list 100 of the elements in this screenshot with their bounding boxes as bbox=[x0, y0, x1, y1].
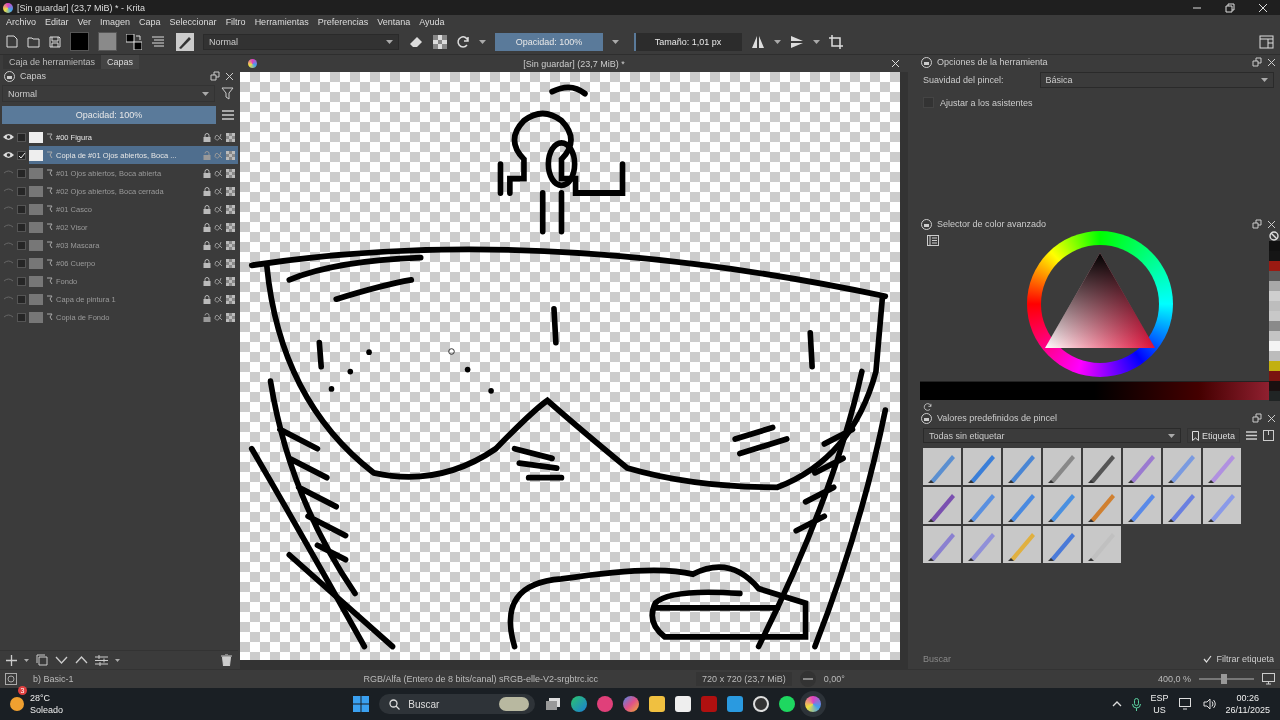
properties-icon[interactable] bbox=[95, 654, 108, 666]
alpha-lock-icon[interactable] bbox=[214, 295, 223, 303]
gradient-lines-icon[interactable] bbox=[151, 35, 165, 48]
color-swatch[interactable] bbox=[1269, 311, 1280, 321]
bird-app-icon[interactable] bbox=[727, 696, 744, 712]
move-up-icon[interactable] bbox=[75, 656, 88, 664]
clear-icon[interactable] bbox=[1269, 231, 1279, 241]
alpha-lock-icon[interactable] bbox=[214, 205, 223, 213]
brush-preset-thumbnail[interactable] bbox=[1043, 448, 1081, 485]
alpha-lock-icon[interactable] bbox=[214, 169, 223, 177]
eraser-icon[interactable] bbox=[408, 34, 424, 49]
menu-item[interactable]: Ventana bbox=[377, 17, 411, 27]
horizontal-scrollbar[interactable] bbox=[240, 660, 908, 669]
inherit-alpha-icon[interactable] bbox=[226, 150, 235, 160]
rotation-icon[interactable] bbox=[799, 671, 816, 687]
layer-checkbox[interactable] bbox=[17, 222, 26, 232]
menu-item[interactable]: Seleccionar bbox=[169, 17, 217, 27]
float-panel-icon[interactable] bbox=[210, 71, 220, 81]
inherit-alpha-icon[interactable] bbox=[226, 312, 235, 322]
new-document-icon[interactable] bbox=[6, 35, 18, 48]
color-swatch[interactable] bbox=[1269, 241, 1280, 251]
brush-preset-thumbnail[interactable] bbox=[923, 526, 961, 563]
swap-colors-icon[interactable] bbox=[126, 33, 142, 50]
alpha-lock-icon[interactable] bbox=[214, 313, 223, 321]
browser-icon[interactable] bbox=[571, 696, 588, 712]
brush-preset-thumbnail[interactable] bbox=[1003, 487, 1041, 524]
float-panel-icon[interactable] bbox=[1252, 219, 1262, 229]
filter-icon[interactable] bbox=[221, 87, 234, 100]
size-slider[interactable]: Tamaño: 1,01 px bbox=[634, 32, 742, 51]
store-icon[interactable] bbox=[675, 696, 692, 712]
close-icon[interactable] bbox=[1267, 219, 1276, 229]
music-app-icon[interactable] bbox=[779, 696, 796, 712]
layer-checkbox[interactable] bbox=[17, 240, 26, 250]
layer-checkbox[interactable] bbox=[17, 132, 26, 142]
close-icon[interactable] bbox=[891, 59, 900, 68]
folder-icon[interactable] bbox=[649, 696, 666, 712]
brush-preset-thumbnail[interactable] bbox=[1043, 487, 1081, 524]
color-swatch[interactable] bbox=[1269, 251, 1280, 261]
inherit-alpha-icon[interactable] bbox=[226, 168, 235, 178]
caret-icon[interactable] bbox=[115, 658, 120, 662]
smoothing-dropdown[interactable]: Básica bbox=[1039, 71, 1274, 88]
lock-icon[interactable] bbox=[4, 70, 15, 82]
brush-preset-thumbnail[interactable] bbox=[1083, 448, 1121, 485]
color-triangle[interactable] bbox=[1044, 253, 1155, 348]
inherit-alpha-icon[interactable] bbox=[226, 294, 235, 304]
panel-tab[interactable]: Capas bbox=[101, 55, 140, 69]
tag-button[interactable]: Etiqueta bbox=[1186, 428, 1240, 443]
color-swatch[interactable] bbox=[1269, 321, 1280, 331]
menu-item[interactable]: Ver bbox=[77, 17, 92, 27]
menu-icon[interactable] bbox=[1246, 431, 1257, 440]
add-icon[interactable] bbox=[6, 654, 17, 666]
taskbar-search-field[interactable]: Buscar bbox=[379, 694, 536, 714]
menu-item[interactable]: Preferencias bbox=[317, 17, 369, 27]
caret-icon[interactable] bbox=[612, 39, 619, 44]
lock-icon[interactable] bbox=[203, 168, 211, 178]
unlocked-icon[interactable] bbox=[203, 312, 211, 322]
lock-icon[interactable] bbox=[203, 186, 211, 196]
assistant-app-icon[interactable] bbox=[623, 696, 640, 712]
reload-icon[interactable] bbox=[923, 402, 933, 411]
lock-icon[interactable] bbox=[203, 222, 211, 232]
caret-icon[interactable] bbox=[479, 39, 486, 44]
menu-item[interactable]: Herramientas bbox=[254, 17, 309, 27]
close-icon[interactable] bbox=[1267, 413, 1276, 423]
alpha-lock-icon[interactable] bbox=[214, 259, 223, 267]
flower-app-icon[interactable] bbox=[597, 696, 614, 712]
layer-checkbox[interactable] bbox=[17, 312, 26, 322]
brush-preset-thumbnail[interactable] bbox=[1083, 487, 1121, 524]
chevron-up-icon[interactable] bbox=[1111, 701, 1122, 707]
layer-checkbox[interactable] bbox=[17, 276, 26, 286]
color-swatch[interactable] bbox=[1269, 381, 1280, 391]
color-swatch[interactable] bbox=[1269, 291, 1280, 301]
inherit-alpha-icon[interactable] bbox=[226, 204, 235, 214]
brush-preset-thumbnail[interactable] bbox=[1123, 487, 1161, 524]
tag-filter-dropdown[interactable]: Todas sin etiquetar bbox=[923, 428, 1181, 443]
checkerboard-icon[interactable] bbox=[433, 34, 447, 49]
brush-preset-thumbnail[interactable] bbox=[1203, 487, 1241, 524]
color-history-bars[interactable] bbox=[920, 381, 1269, 400]
brush-preset-thumbnail[interactable] bbox=[963, 448, 1001, 485]
network-icon[interactable] bbox=[1178, 698, 1193, 710]
color-swatch[interactable] bbox=[1269, 271, 1280, 281]
menu-item[interactable]: Filtro bbox=[225, 17, 246, 27]
foreground-color-swatch[interactable] bbox=[70, 32, 89, 51]
alpha-lock-icon[interactable] bbox=[214, 241, 223, 249]
recorder-app-icon[interactable] bbox=[753, 696, 770, 712]
lock-icon[interactable] bbox=[203, 294, 211, 304]
move-down-icon[interactable] bbox=[55, 656, 68, 664]
panel-tab[interactable]: Caja de herramientas bbox=[3, 55, 102, 69]
close-icon[interactable] bbox=[1267, 57, 1276, 67]
lock-icon[interactable] bbox=[203, 240, 211, 250]
inherit-alpha-icon[interactable] bbox=[226, 222, 235, 232]
task-view-icon[interactable] bbox=[545, 697, 562, 711]
settings-icon[interactable] bbox=[927, 235, 939, 246]
color-swatch[interactable] bbox=[1269, 261, 1280, 271]
menu-item[interactable]: Archivo bbox=[6, 17, 36, 27]
alpha-lock-icon[interactable] bbox=[214, 133, 223, 141]
lock-icon[interactable] bbox=[921, 56, 932, 68]
restore-icon[interactable] bbox=[1225, 2, 1235, 13]
layer-checkbox[interactable] bbox=[17, 168, 26, 178]
brush-preset-thumbnail[interactable] bbox=[1043, 526, 1081, 563]
background-color-swatch[interactable] bbox=[98, 32, 117, 51]
